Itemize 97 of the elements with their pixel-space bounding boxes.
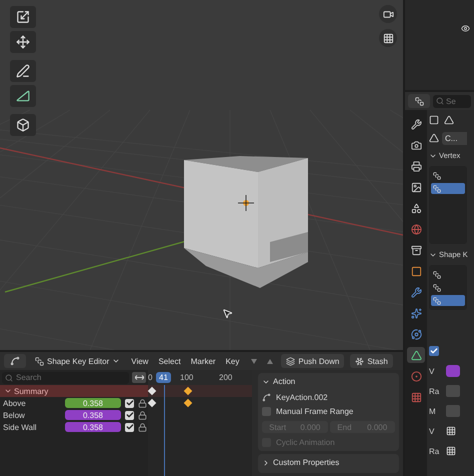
square-icon[interactable] bbox=[429, 115, 439, 125]
caret-down-icon bbox=[251, 358, 258, 364]
action-button[interactable]: Push Down bbox=[281, 354, 344, 368]
property-label: Ra bbox=[429, 446, 440, 456]
value-field[interactable] bbox=[446, 405, 460, 417]
property-label: V bbox=[429, 366, 436, 376]
measure-tool-button[interactable] bbox=[10, 85, 36, 107]
chevron-icon bbox=[112, 357, 120, 365]
add-cube-tool-button[interactable] bbox=[10, 114, 36, 136]
layers-icon bbox=[433, 284, 441, 292]
mode-dropdown[interactable]: Shape Key Editor bbox=[32, 354, 124, 368]
annotate-tool-button[interactable] bbox=[10, 60, 36, 82]
push-down-icon bbox=[286, 356, 296, 366]
summary-label: Summary bbox=[14, 386, 48, 396]
frame-tick: 0 bbox=[148, 373, 152, 382]
chevron-icon[interactable] bbox=[262, 458, 270, 466]
action-name: KeyAction.002 bbox=[276, 393, 328, 402]
menu-item[interactable]: View bbox=[129, 356, 150, 366]
mouse-pointer-icon bbox=[222, 308, 233, 319]
frame-tick: 100 bbox=[180, 373, 194, 382]
box-icon bbox=[410, 244, 422, 256]
globe-icon bbox=[410, 224, 422, 234]
shape-key-name: Above bbox=[3, 398, 27, 408]
orbit-icon bbox=[410, 328, 422, 340]
summary-channel[interactable]: Summary bbox=[0, 385, 148, 397]
video-camera-icon bbox=[382, 8, 394, 20]
cube-icon bbox=[16, 118, 30, 132]
layers-icon bbox=[433, 270, 441, 278]
shape-key-name: Side Wall bbox=[3, 422, 38, 432]
eye-icon[interactable] bbox=[461, 24, 470, 33]
menu-item[interactable]: Key bbox=[224, 356, 242, 366]
menu-item[interactable]: Select bbox=[156, 356, 183, 366]
grid-icon[interactable] bbox=[446, 426, 456, 436]
origin-icon bbox=[238, 194, 254, 212]
value-field[interactable] bbox=[446, 385, 460, 397]
property-label: Ra bbox=[429, 386, 440, 396]
checkbox[interactable] bbox=[125, 410, 134, 420]
printer-icon bbox=[410, 160, 422, 172]
snowflake-icon bbox=[355, 356, 364, 366]
wrench-icon bbox=[410, 286, 422, 298]
shape-key-name: Below bbox=[3, 410, 26, 420]
grid-icon[interactable] bbox=[446, 446, 456, 456]
image-icon bbox=[410, 182, 422, 192]
editor-type-button[interactable] bbox=[4, 354, 26, 368]
grid-view-button[interactable] bbox=[379, 29, 397, 47]
triangle-icon bbox=[16, 89, 30, 103]
grid-icon bbox=[382, 32, 394, 44]
layers-icon bbox=[414, 96, 424, 106]
scale-tool-button[interactable] bbox=[10, 6, 36, 28]
editor-type-button[interactable] bbox=[408, 94, 430, 108]
action-icon bbox=[262, 393, 271, 402]
layers-icon bbox=[433, 296, 441, 304]
current-frame-badge[interactable]: 41 bbox=[156, 372, 171, 383]
color-swatch[interactable] bbox=[446, 365, 460, 377]
sparkle-icon bbox=[410, 308, 422, 318]
value-slider[interactable]: 0.358 bbox=[65, 410, 121, 420]
curve-icon bbox=[10, 356, 20, 366]
mesh-name-field[interactable]: C... bbox=[442, 132, 467, 144]
search-field[interactable]: Search bbox=[2, 372, 129, 384]
checkbox-label: Manual Frame Range bbox=[276, 407, 354, 416]
square-icon bbox=[410, 266, 422, 276]
wrench-icon bbox=[410, 118, 422, 130]
scale-icon bbox=[16, 10, 30, 24]
double-arrow-icon bbox=[134, 375, 144, 380]
layers-icon bbox=[433, 184, 441, 192]
panel-title: Action bbox=[273, 377, 296, 386]
checkbox[interactable] bbox=[125, 398, 134, 408]
lock-icon[interactable] bbox=[138, 410, 147, 420]
search-icon bbox=[436, 97, 444, 105]
keyframe-icon[interactable] bbox=[184, 386, 192, 396]
panel-title: Custom Properties bbox=[273, 458, 340, 467]
checkbox[interactable] bbox=[125, 422, 134, 432]
search-field[interactable]: Se bbox=[433, 94, 471, 108]
camera-view-button[interactable] bbox=[379, 5, 397, 23]
keyframe-icon[interactable] bbox=[184, 398, 192, 408]
value-slider[interactable]: 0.358 bbox=[65, 422, 121, 432]
action-button[interactable]: Stash bbox=[350, 354, 393, 368]
camera-icon bbox=[410, 140, 422, 150]
lock-icon[interactable] bbox=[138, 422, 147, 432]
swap-button[interactable] bbox=[132, 372, 146, 383]
pen-icon bbox=[16, 64, 30, 78]
property-label: M bbox=[429, 406, 437, 416]
checkbox[interactable] bbox=[262, 407, 271, 416]
move-icon bbox=[16, 35, 30, 49]
menu-item[interactable]: Marker bbox=[188, 356, 218, 366]
checker-icon bbox=[410, 392, 422, 402]
triangle-icon bbox=[410, 350, 422, 360]
checkmark-icon bbox=[430, 347, 438, 355]
triangle-tab[interactable] bbox=[407, 347, 425, 363]
frame-tick: 200 bbox=[219, 373, 232, 382]
layers-icon bbox=[433, 172, 441, 180]
caret-up-icon bbox=[267, 358, 274, 364]
property-label: V bbox=[429, 426, 436, 436]
lock-icon[interactable] bbox=[138, 398, 147, 408]
checkbox[interactable] bbox=[429, 346, 439, 356]
transform-tool-button[interactable] bbox=[10, 31, 36, 53]
search-icon bbox=[5, 374, 13, 382]
